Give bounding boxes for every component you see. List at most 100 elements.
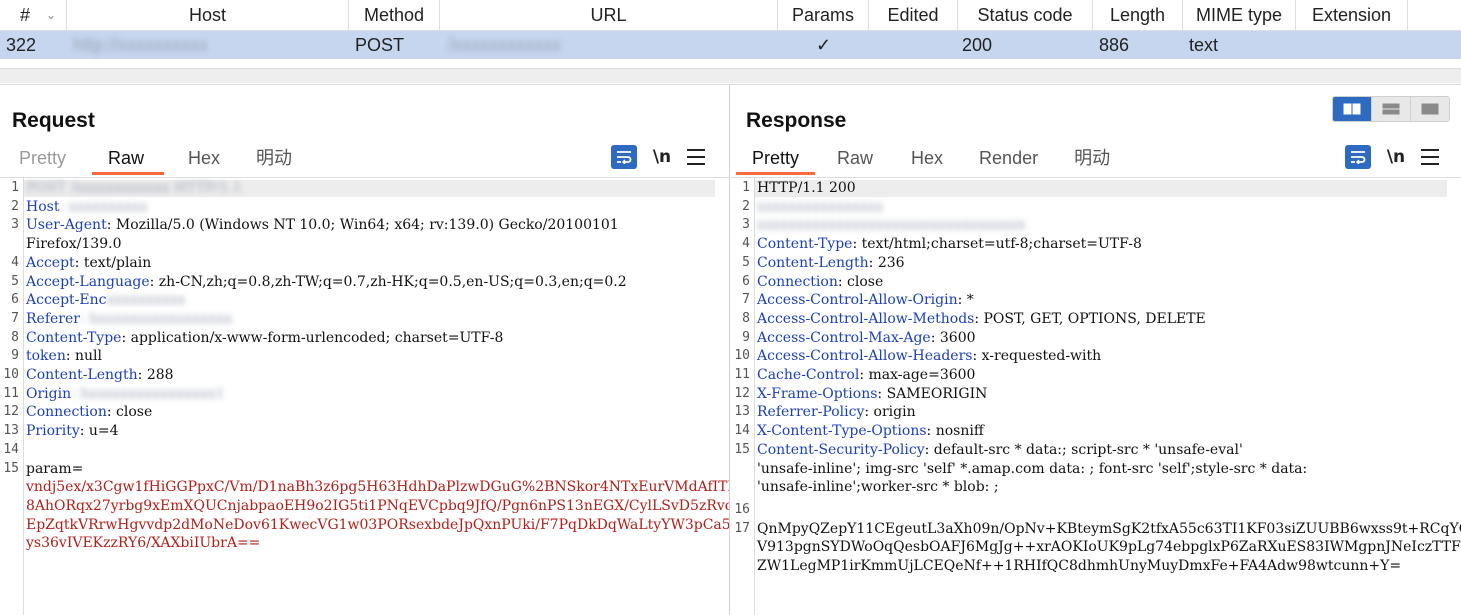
request-panel: Request Pretty Raw Hex 明动 \n 1 POST /xxxx… (0, 85, 730, 615)
hamburger-menu-icon[interactable] (687, 149, 705, 165)
header-value: param= (26, 460, 84, 477)
code-line: Referer: hxxxxxxxxxxxxxxxxx (26, 311, 232, 327)
header-value: : xxxxxxxxxx (59, 198, 148, 215)
code-line: vndj5ex/x3Cgw1fHiGGPpxC/Vm/D1naBh3z6pg5H… (26, 479, 729, 495)
line-number: 7 (742, 292, 750, 308)
hamburger-menu-icon[interactable] (1421, 149, 1439, 165)
code-line: Content-Type: text/html;charset=utf-8;ch… (757, 236, 1142, 252)
tab-pretty[interactable]: Pretty (3, 145, 82, 175)
tab-raw[interactable]: Raw (92, 145, 165, 175)
tab-raw[interactable]: Raw (821, 145, 889, 175)
code-line: 8AhORqx27yrbg9xEmXQUCnjabpaoEH9o2IG5ti1P… (26, 498, 729, 514)
newline-toggle-icon[interactable]: \n (1385, 147, 1407, 167)
horizontal-scrollbar[interactable] (0, 68, 1461, 83)
col-length-header[interactable]: Length (1093, 0, 1183, 31)
single-pane-icon[interactable] (1410, 97, 1449, 121)
code-line: Content-Security-Policy: default-src * d… (757, 442, 1243, 458)
code-line: Access-Control-Allow-Origin: * (757, 292, 974, 308)
table-header: # ⌄ Host Method URL Params Edited Status… (0, 0, 1461, 31)
row-method: POST (355, 35, 405, 55)
current-line-highlight (755, 180, 1447, 197)
wrap-lines-icon[interactable] (611, 145, 637, 169)
header-key: User-Agent (26, 217, 107, 234)
code-line: Content-Type: application/x-www-form-url… (26, 330, 503, 346)
request-toolbar: \n (611, 145, 705, 169)
tab-ming-dong[interactable]: 明动 (240, 145, 308, 175)
header-key: Access-Control-Allow-Methods (757, 310, 975, 327)
header-key: Content-Length (757, 254, 869, 271)
chevron-down-icon[interactable]: ⌄ (46, 0, 56, 31)
line-number: 7 (11, 310, 19, 326)
code-line: xxxxxxxxxxxxxxxx (757, 199, 883, 215)
header-value: EpZqtkVRrwHgvvdp2dMoNeDov61KwecVG1w03POR… (26, 516, 729, 533)
header-value: : nosniff (926, 423, 984, 440)
header-value: : close (837, 273, 884, 290)
col-host-header[interactable]: Host (67, 0, 349, 31)
header-value: : max-age=3600 (859, 367, 976, 383)
header-value: : text/plain (74, 254, 152, 271)
header-key: X-Content-Type-Options (757, 423, 927, 440)
code-line: Accept-Encxxxxxxxxxx (26, 292, 185, 308)
code-line: X-Frame-Options: SAMEORIGIN (757, 386, 987, 402)
header-value: : * (957, 292, 974, 309)
header-key: Connection (26, 404, 107, 421)
col-status-header[interactable]: Status code (958, 0, 1093, 31)
header-key: Connection (757, 273, 838, 290)
line-number: 1 (11, 180, 19, 195)
code-line: X-Content-Type-Options: nosniff (757, 423, 984, 439)
line-number: 9 (11, 348, 19, 364)
code-line: Access-Control-Allow-Methods: POST, GET,… (757, 311, 1206, 327)
line-number: 4 (11, 254, 19, 270)
line-number: 14 (734, 423, 750, 439)
line-number: 4 (742, 236, 750, 252)
col-params-header[interactable]: Params (778, 0, 869, 31)
row-number: 322 (6, 35, 37, 55)
line-number: 13 (3, 423, 19, 439)
line-number: 11 (734, 367, 750, 382)
col-edited-header[interactable]: Edited (869, 0, 958, 31)
header-key: Accept-Enc (26, 292, 107, 309)
tab-hex[interactable]: Hex (172, 145, 236, 175)
header-key: X-Frame-Options (757, 385, 878, 402)
code-line: 'unsafe-inline'; img-src 'self' *.amap.c… (757, 461, 1307, 477)
code-line: V913pgnSYDWoOqQesbOAFJ6MgJg++xrAOKIoUK9p… (757, 539, 1461, 555)
split-vertical-icon[interactable] (1371, 97, 1410, 121)
header-value: QnMpyQZepY11CEgeutL3aXh09n/OpNv+KBteymSg… (757, 520, 1461, 537)
col-number-header[interactable]: # ⌄ (0, 0, 67, 31)
header-value: : zh-CN,zh;q=0.8,zh-TW;q=0.7,zh-HK;q=0.5… (149, 273, 627, 290)
header-key: Referrer-Policy (757, 404, 865, 421)
header-value: : 288 (137, 367, 174, 383)
history-table: # ⌄ Host Method URL Params Edited Status… (0, 0, 1461, 85)
code-line: ZW1LegMP1irKmmUjLCEQeNf++1RHIfQC8dhmhUny… (757, 558, 1401, 574)
code-line: Content-Length: 236 (757, 255, 905, 271)
tab-pretty[interactable]: Pretty (736, 145, 816, 175)
code-line: Referrer-Policy: origin (757, 404, 916, 420)
code-line: Content-Length: 288 (26, 367, 174, 383)
code-line: Access-Control-Max-Age: 3600 (757, 330, 976, 346)
line-number: 12 (734, 385, 750, 401)
code-line: Cache-Control: max-age=3600 (757, 367, 975, 383)
response-editor[interactable]: 1 HTTP/1.1 200 2 xxxxxxxxxxxxxxxx 3 xxxxxxxxx… (731, 177, 1461, 615)
line-number: 10 (734, 348, 750, 364)
response-panel: Response Pretty Raw Hex Render 明动 \n 1 HT… (731, 85, 1461, 615)
request-editor[interactable]: 1 POST /xxxxxxxxxxxx HTTP/1.1 2 Host: xxxxx… (0, 177, 729, 615)
code-line: xxxxxxxxxxxxxxxxxxxxxxxxxxxxxxxxxx (757, 217, 1025, 233)
header-value: xxxxxxxxxxxxxxxxxxxxxxxxxxxxxxxxxx (757, 217, 1026, 234)
line-number: 17 (734, 520, 750, 536)
split-horizontal-icon[interactable] (1333, 97, 1371, 121)
row-length: 886 (1099, 35, 1130, 55)
tab-render[interactable]: Render (963, 145, 1054, 175)
col-url-header[interactable]: URL (440, 0, 778, 31)
newline-toggle-icon[interactable]: \n (651, 147, 673, 167)
tab-ming-dong[interactable]: 明动 (1058, 145, 1126, 175)
col-method-header[interactable]: Method (349, 0, 440, 31)
table-row[interactable]: 322 http://xxxxxxxxxx POST /xxxxxxxxxxxx… (0, 31, 1461, 59)
wrap-lines-icon[interactable] (1345, 145, 1371, 169)
code-line: 'unsafe-inline';worker-src * blob: ; (757, 479, 999, 495)
tab-hex[interactable]: Hex (895, 145, 959, 175)
code-line: ys36vIVEKzzRY6/XAXbiIUbrA== (26, 535, 260, 551)
col-mime-header[interactable]: MIME type (1183, 0, 1296, 31)
line-number: 14 (3, 441, 19, 457)
row-params-check-icon: ✓ (815, 35, 832, 55)
col-extension-header[interactable]: Extension (1296, 0, 1408, 31)
